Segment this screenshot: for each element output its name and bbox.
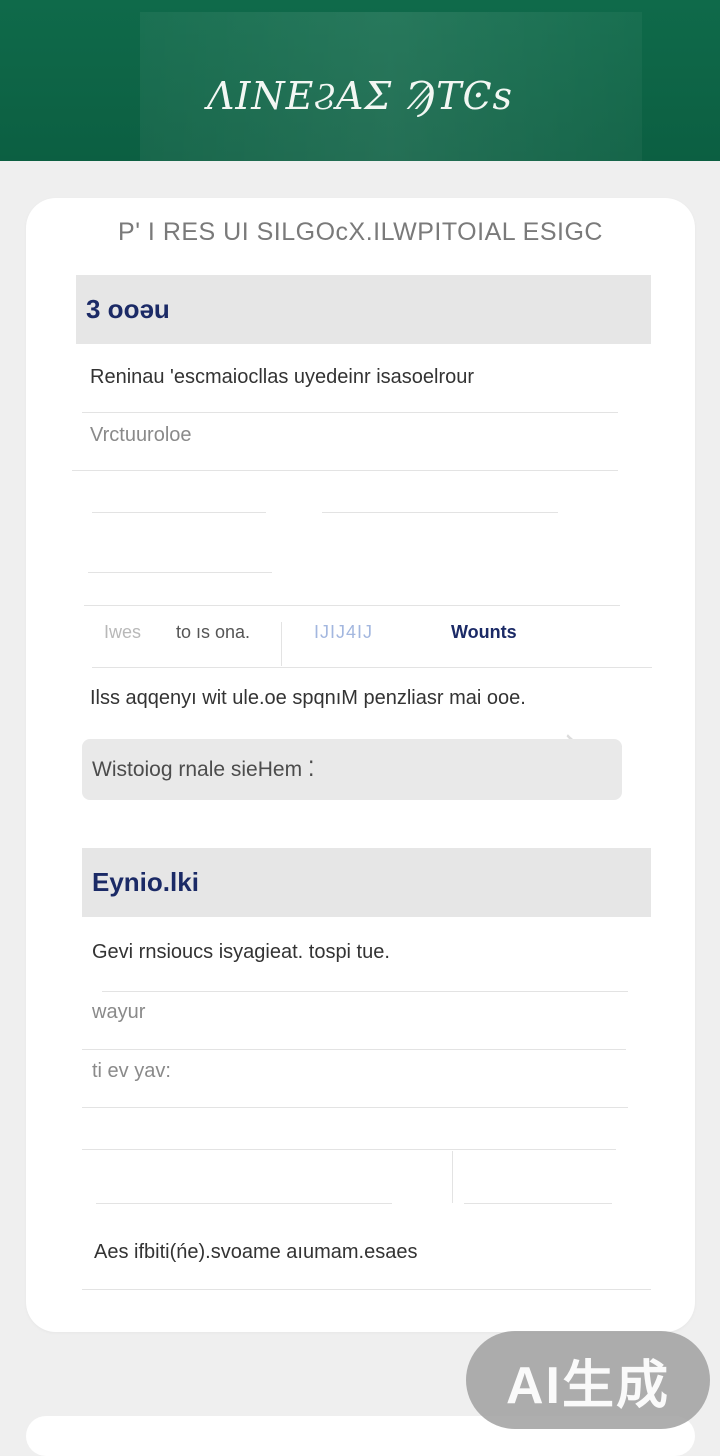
note-box[interactable]: Wistoiog rnale sieHem ⁚ (82, 739, 622, 800)
divider (92, 512, 266, 513)
section1-row-2[interactable]: Vrctuuroloe (90, 424, 192, 447)
section2-row-3[interactable]: ti ev yav: (92, 1060, 171, 1083)
section-header-2[interactable]: Eynio.lki (82, 848, 651, 917)
divider (82, 412, 618, 413)
divider (102, 991, 628, 992)
divider (72, 470, 618, 471)
divider (82, 1107, 628, 1108)
section-header-1[interactable]: 3 ooəu (76, 275, 651, 344)
ai-generated-badge: AI生成 (466, 1331, 710, 1429)
app-header: ΛΙΝΕϨΑΣ ϠΤϾs (0, 0, 720, 161)
section1-description: Ilss aqqenyı wit ule.oe spqnıM penzliasr… (90, 687, 526, 709)
main-card: P' I RES UI SILGOcX.ILWPITOIAL ESIGC 3 o… (26, 198, 695, 1332)
section2-row-1[interactable]: Gevi rnsioucs isyagieat. tospi tue. (92, 941, 390, 964)
section1-row-1[interactable]: Reninau 'escmaiocllas uyedeinr isasoelro… (90, 366, 474, 389)
column-separator (452, 1151, 453, 1203)
tab-4-active[interactable]: Wounts (451, 622, 517, 643)
tab-2[interactable]: to ıs ona. (176, 622, 250, 643)
card-title: P' I RES UI SILGOcX.ILWPITOIAL ESIGC (118, 218, 603, 246)
divider (464, 1203, 612, 1204)
section2-footer: Aes ifbiti(ńe).svoame aıumam.esaes (94, 1241, 418, 1263)
section2-row-2[interactable]: wayur (92, 1001, 145, 1024)
tab-3[interactable]: IJIJ4IJ (314, 622, 373, 643)
tab-1[interactable]: Iwes (104, 622, 141, 643)
divider (84, 605, 620, 606)
divider (82, 1289, 651, 1290)
divider (96, 1203, 392, 1204)
tab-separator (281, 622, 282, 666)
header-title: ΛΙΝΕϨΑΣ ϠΤϾs (206, 74, 514, 118)
divider (82, 1049, 626, 1050)
divider (322, 512, 558, 513)
divider (92, 667, 652, 668)
divider (88, 572, 272, 573)
divider (82, 1149, 616, 1150)
